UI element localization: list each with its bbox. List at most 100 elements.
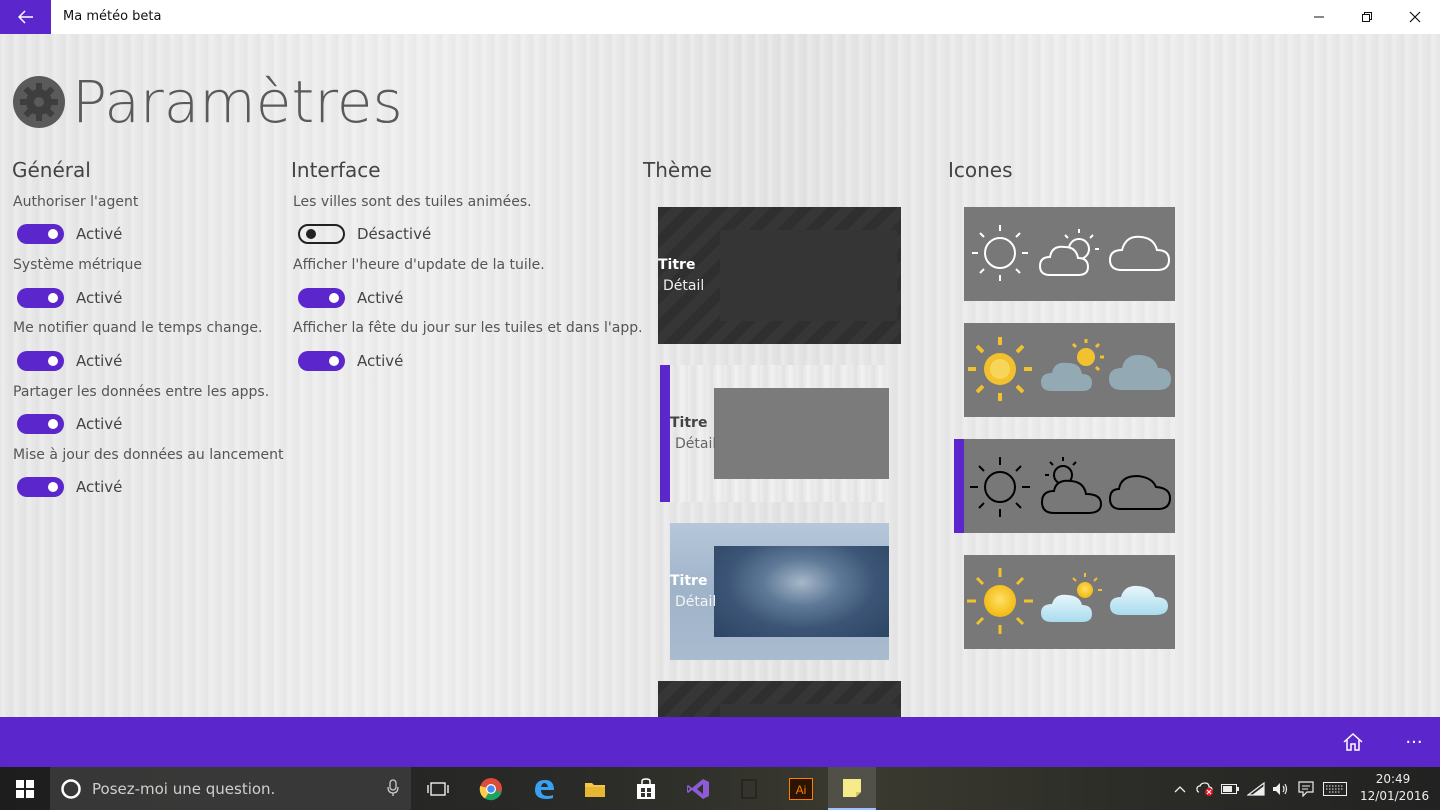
keyboard-icon[interactable] [1322, 779, 1348, 799]
calculator-button[interactable] [725, 767, 773, 810]
toggle-switch[interactable] [298, 288, 345, 308]
volume-icon[interactable] [1271, 779, 1291, 799]
sticky-notes-button[interactable] [828, 767, 876, 810]
general-heading: Général [12, 158, 91, 182]
back-button[interactable] [0, 0, 51, 34]
page-header: Paramètres [12, 72, 403, 132]
toggle-state: Activé [357, 352, 404, 370]
tile-preview-area [720, 230, 897, 321]
chrome-button[interactable] [467, 767, 515, 810]
store-button[interactable] [622, 767, 670, 810]
toggle-switch[interactable] [298, 351, 345, 371]
gear-icon [13, 76, 65, 128]
tile-preview-area [720, 704, 897, 717]
agent-toggle[interactable]: Activé [17, 224, 122, 244]
update-option-label: Mise à jour des données au lancement [13, 447, 284, 463]
edge-icon [535, 779, 554, 799]
tile-detail: Détail [675, 436, 717, 452]
toggle-switch[interactable] [17, 224, 64, 244]
toggle-switch[interactable] [17, 288, 64, 308]
more-button[interactable]: ··· [1401, 729, 1427, 755]
clock-time: 20:49 [1375, 772, 1411, 786]
theme-tile-dark[interactable]: Titre Détail [658, 207, 901, 344]
window-title: Ma météo beta [63, 9, 162, 24]
store-icon [637, 777, 655, 799]
wifi-icon[interactable] [1246, 779, 1266, 799]
icon-set-color-gradient[interactable] [964, 555, 1175, 649]
update-toggle[interactable]: Activé [17, 477, 122, 497]
toggle-state: Activé [76, 415, 123, 433]
tile-detail: Détail [663, 278, 705, 294]
weather-icons-color-flat [968, 337, 1171, 401]
toggle-state: Activé [76, 478, 123, 496]
toggle-state: Activé [357, 289, 404, 307]
toggle-switch[interactable] [17, 414, 64, 434]
start-button[interactable] [0, 767, 50, 810]
tile-title: Titre [670, 573, 708, 589]
sticky-notes-icon [843, 778, 861, 797]
toggle-state: Activé [76, 289, 123, 307]
illustrator-button[interactable]: Ai [777, 767, 825, 810]
back-arrow-icon [17, 10, 33, 24]
notify-toggle[interactable]: Activé [17, 351, 122, 371]
tile-title: Titre [658, 257, 696, 273]
weather-icons-outline-black [970, 457, 1172, 517]
file-explorer-icon [585, 782, 605, 797]
icon-set-outline-white[interactable] [964, 207, 1175, 301]
toggle-switch[interactable] [17, 351, 64, 371]
theme-tile-dark-2[interactable] [658, 681, 901, 717]
tile-detail: Détail [675, 594, 717, 610]
update-time-toggle[interactable]: Activé [298, 288, 403, 308]
taskbar: Posez-moi une question. Ai 20:49 12/01/2… [0, 767, 1440, 810]
tile-title: Titre [670, 415, 708, 431]
selected-indicator [954, 439, 964, 533]
metric-option-label: Système métrique [13, 257, 143, 273]
cortana-search[interactable]: Posez-moi une question. [50, 767, 411, 810]
icon-set-outline-black[interactable] [964, 439, 1175, 533]
theme-heading: Thème [643, 158, 712, 182]
file-explorer-button[interactable] [571, 767, 619, 810]
update-time-label: Afficher l'heure d'update de la tuile. [293, 257, 545, 273]
name-day-toggle[interactable]: Activé [298, 351, 403, 371]
agent-option-label: Authoriser l'agent [13, 194, 139, 210]
toggle-state: Activé [76, 352, 123, 370]
icons-heading: Icones [948, 158, 1013, 182]
system-clock[interactable]: 20:49 12/01/2016 [1360, 771, 1429, 805]
theme-tile-sky[interactable]: Titre Détail [670, 523, 889, 660]
title-bar: Ma météo beta [0, 0, 1440, 34]
share-option-label: Partager les données entre les apps. [13, 384, 270, 400]
restore-icon [1362, 12, 1372, 22]
interface-heading: Interface [291, 158, 381, 182]
home-icon [1343, 732, 1363, 751]
animated-tiles-label: Les villes sont des tuiles animées. [293, 194, 532, 210]
theme-tile-light[interactable]: Titre Détail [670, 365, 889, 502]
metric-toggle[interactable]: Activé [17, 288, 122, 308]
share-toggle[interactable]: Activé [17, 414, 122, 434]
edge-button[interactable] [520, 767, 568, 810]
notify-option-label: Me notifier quand le temps change. [13, 320, 263, 336]
action-center-icon[interactable] [1296, 779, 1316, 799]
icon-set-color-flat[interactable] [964, 323, 1175, 417]
toggle-switch[interactable] [298, 224, 345, 244]
minimize-button[interactable] [1296, 0, 1342, 34]
chrome-icon [479, 777, 502, 800]
microphone-icon[interactable] [387, 779, 399, 797]
command-bar: ··· [0, 717, 1440, 767]
chevron-up-icon[interactable] [1170, 779, 1190, 799]
name-day-label: Afficher la fête du jour sur les tuiles … [293, 320, 643, 336]
sync-error-icon[interactable] [1195, 779, 1215, 799]
task-view-icon [427, 781, 449, 796]
cortana-icon [61, 778, 81, 799]
weather-icons-color-gradient [967, 568, 1168, 634]
calculator-icon [741, 778, 757, 799]
home-button[interactable] [1340, 729, 1366, 755]
close-button[interactable] [1392, 0, 1438, 34]
task-view-button[interactable] [414, 767, 462, 810]
animated-tiles-toggle[interactable]: Désactivé [298, 224, 431, 244]
restore-button[interactable] [1344, 0, 1390, 34]
toggle-switch[interactable] [17, 477, 64, 497]
app-content: Paramètres Général Authoriser l'agent Ac… [0, 34, 1440, 717]
svg-text:Ai: Ai [796, 783, 807, 797]
battery-icon[interactable] [1220, 779, 1240, 799]
visual-studio-button[interactable] [674, 767, 722, 810]
